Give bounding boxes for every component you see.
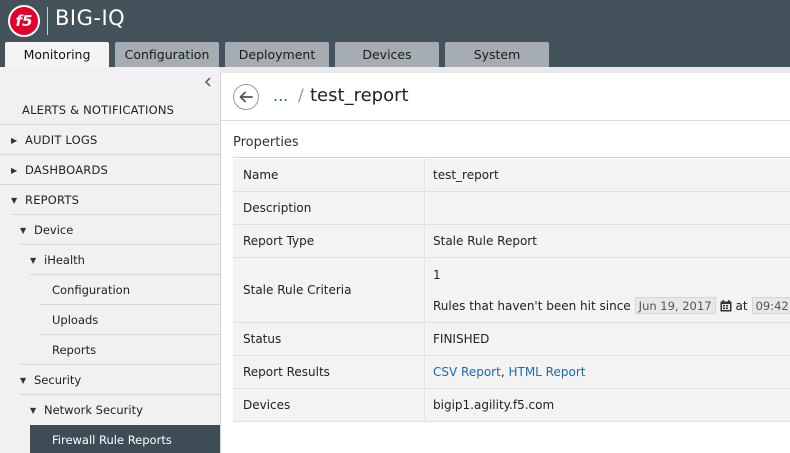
link-separator: , bbox=[500, 365, 505, 379]
sidebar-item-label: DASHBOARDS bbox=[25, 163, 109, 177]
criteria-text: Rules that haven't been hit since bbox=[433, 298, 631, 313]
sidebar-item-label: Configuration bbox=[52, 283, 130, 297]
sidebar-nav: ALERTS & NOTIFICATIONS ▶ AUDIT LOGS ▶ DA… bbox=[0, 67, 220, 453]
property-value: bigip1.agility.f5.com bbox=[425, 389, 790, 421]
property-label: Stale Rule Criteria bbox=[233, 258, 425, 322]
chevron-left-icon[interactable] bbox=[204, 77, 212, 90]
sidebar-item-security[interactable]: ▼ Security bbox=[0, 365, 220, 395]
calendar-icon bbox=[720, 299, 732, 312]
property-row-report-type: Report Type Stale Rule Report bbox=[233, 225, 790, 258]
criteria-count: 1 bbox=[433, 268, 441, 282]
csv-report-link[interactable]: CSV Report bbox=[433, 365, 501, 379]
triangle-right-icon: ▶ bbox=[11, 135, 18, 145]
sidebar-item-ihealth[interactable]: ▼ iHealth bbox=[0, 245, 220, 275]
property-label: Report Results bbox=[233, 356, 425, 388]
property-label: Report Type bbox=[233, 225, 425, 257]
date-field: Jun 19, 2017 bbox=[634, 297, 716, 314]
triangle-right-icon: ▶ bbox=[11, 165, 18, 175]
tab-devices[interactable]: Devices bbox=[335, 42, 439, 67]
properties-heading: Properties bbox=[233, 135, 299, 150]
property-row-stale-rule-criteria: Stale Rule Criteria 1 Rules that haven't… bbox=[233, 258, 790, 323]
arrow-left-icon bbox=[239, 91, 253, 103]
sidebar-item-reports[interactable]: ▼ REPORTS bbox=[0, 185, 220, 215]
status-value: FINISHED bbox=[425, 323, 790, 355]
html-report-link[interactable]: HTML Report bbox=[508, 365, 585, 379]
triangle-down-icon: ▼ bbox=[30, 405, 37, 415]
property-value bbox=[425, 192, 790, 224]
main-content: ... / test_report Properties Name test_r… bbox=[220, 73, 790, 453]
property-value: CSV Report, HTML Report bbox=[425, 356, 790, 388]
sidebar-item-label: AUDIT LOGS bbox=[25, 133, 98, 147]
page-title: test_report bbox=[310, 85, 409, 106]
logo-divider bbox=[47, 7, 48, 35]
sidebar-item-configuration[interactable]: Configuration bbox=[0, 275, 220, 305]
sidebar-item-label: ALERTS & NOTIFICATIONS bbox=[22, 103, 175, 117]
breadcrumb-separator: / bbox=[298, 86, 304, 106]
sidebar-item-firewall-rule-reports[interactable]: Firewall Rule Reports bbox=[30, 425, 220, 453]
property-value: Stale Rule Report bbox=[425, 225, 790, 257]
sidebar-item-label: Device bbox=[34, 223, 74, 237]
breadcrumb-ellipsis-link[interactable]: ... bbox=[273, 86, 288, 105]
tab-monitoring[interactable]: Monitoring bbox=[5, 42, 109, 67]
triangle-down-icon: ▼ bbox=[11, 195, 18, 205]
property-label: Status bbox=[233, 323, 425, 355]
sidebar-item-network-security[interactable]: ▼ Network Security bbox=[0, 395, 220, 425]
app-header: f5 BIG-IQ Monitoring Configuration Deplo… bbox=[0, 0, 790, 67]
property-row-description: Description bbox=[233, 192, 790, 225]
tab-system[interactable]: System bbox=[445, 42, 549, 67]
sidebar-item-label: REPORTS bbox=[25, 193, 80, 207]
sidebar-item-ihealth-reports[interactable]: Reports bbox=[0, 335, 220, 365]
sidebar-item-label: Reports bbox=[52, 343, 97, 357]
sidebar-item-uploads[interactable]: Uploads bbox=[0, 305, 220, 335]
tab-configuration[interactable]: Configuration bbox=[115, 42, 219, 67]
sidebar-item-label: Network Security bbox=[44, 403, 143, 417]
property-label: Description bbox=[233, 192, 425, 224]
tab-deployment[interactable]: Deployment bbox=[225, 42, 329, 67]
sidebar-item-label: Firewall Rule Reports bbox=[52, 433, 172, 447]
property-row-status: Status FINISHED bbox=[233, 323, 790, 356]
time-field: 09:42 bbox=[751, 297, 790, 314]
property-row-name: Name test_report bbox=[233, 159, 790, 192]
sidebar-item-dashboards[interactable]: ▶ DASHBOARDS bbox=[0, 155, 220, 185]
property-label: Name bbox=[233, 159, 425, 191]
sidebar-item-device[interactable]: ▼ Device bbox=[0, 215, 220, 245]
triangle-down-icon: ▼ bbox=[20, 375, 27, 385]
sidebar-item-label: Uploads bbox=[52, 313, 99, 327]
sidebar-item-label: Security bbox=[34, 373, 82, 387]
property-value: 1 Rules that haven't been hit since Jun … bbox=[425, 258, 790, 322]
sidebar-item-audit-logs[interactable]: ▶ AUDIT LOGS bbox=[0, 125, 220, 155]
breadcrumb: ... / test_report bbox=[221, 73, 790, 121]
property-value: test_report bbox=[425, 159, 790, 191]
triangle-down-icon: ▼ bbox=[30, 255, 37, 265]
criteria-description: Rules that haven't been hit since Jun 19… bbox=[433, 297, 790, 314]
back-button[interactable] bbox=[233, 84, 259, 110]
triangle-down-icon: ▼ bbox=[20, 225, 27, 235]
f5-logo: f5 bbox=[8, 5, 40, 37]
sidebar-item-label: iHealth bbox=[44, 253, 85, 267]
at-label: at bbox=[735, 298, 748, 313]
sidebar-item-alerts-notifications[interactable]: ALERTS & NOTIFICATIONS bbox=[0, 95, 220, 125]
property-label: Devices bbox=[233, 389, 425, 421]
app-title: BIG-IQ bbox=[55, 6, 126, 30]
property-row-report-results: Report Results CSV Report, HTML Report bbox=[233, 356, 790, 389]
property-row-devices: Devices bigip1.agility.f5.com bbox=[233, 389, 790, 422]
section-divider bbox=[233, 157, 790, 158]
